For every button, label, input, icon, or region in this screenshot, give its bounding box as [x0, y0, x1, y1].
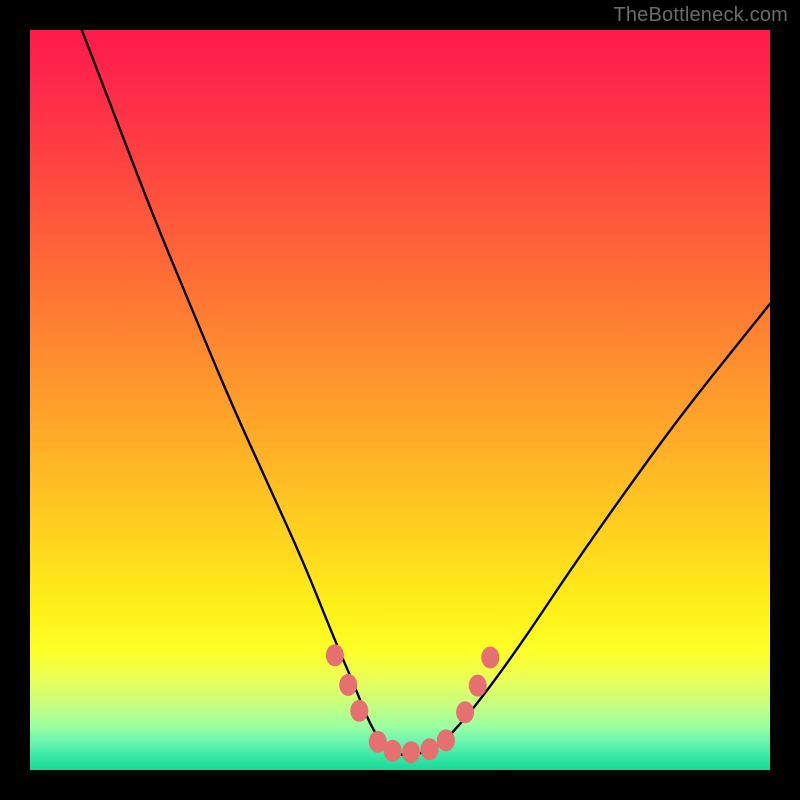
curve-marker [437, 729, 455, 751]
bottleneck-curve [82, 30, 770, 755]
curve-marker [481, 647, 499, 669]
chart-frame: TheBottleneck.com [0, 0, 800, 800]
curve-marker [339, 674, 357, 696]
curve-marker [384, 740, 402, 762]
curve-marker [402, 741, 420, 763]
curve-marker [469, 675, 487, 697]
curve-layer [30, 30, 770, 770]
curve-marker [350, 700, 368, 722]
curve-marker [326, 644, 344, 666]
plot-area [30, 30, 770, 770]
marker-group [326, 644, 499, 763]
curve-marker [421, 738, 439, 760]
curve-marker [456, 701, 474, 723]
watermark-text: TheBottleneck.com [613, 4, 788, 27]
